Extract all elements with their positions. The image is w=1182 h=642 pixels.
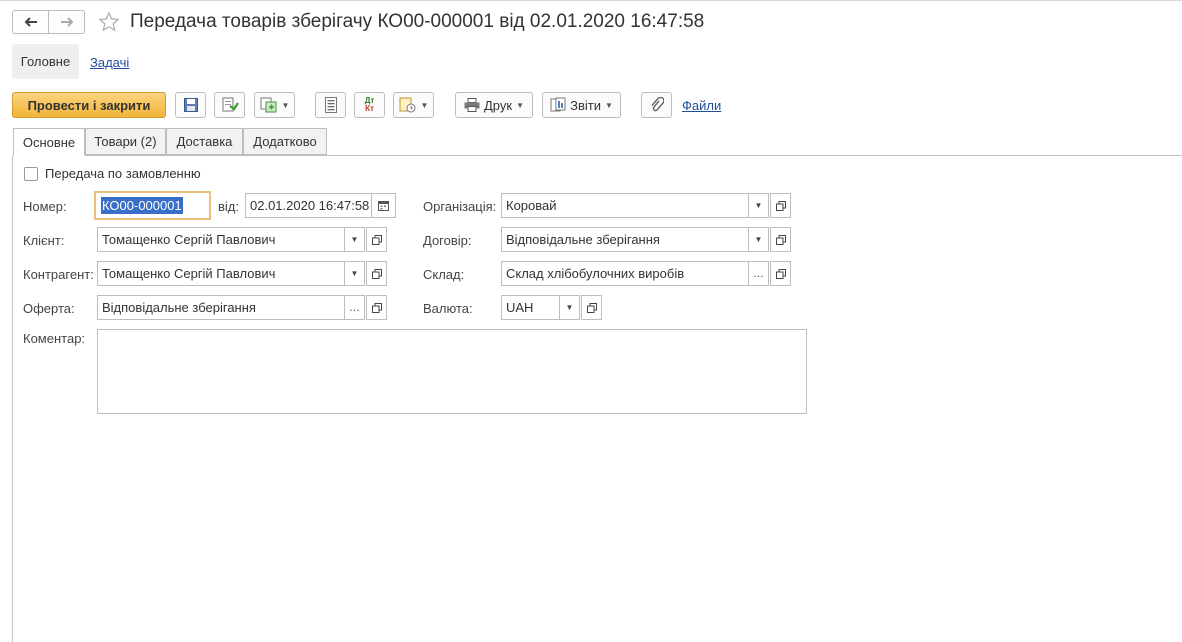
warehouse-open-button[interactable]: [770, 261, 791, 286]
comment-label: Коментар:: [23, 331, 86, 346]
floppy-disk-icon: [183, 98, 198, 112]
document-title: Передача товарів зберігачу КО00-000001 в…: [130, 11, 705, 32]
tab-delivery[interactable]: Доставка: [166, 128, 243, 155]
organization-label: Організація:: [423, 199, 497, 214]
chevron-down-icon: ▼: [420, 100, 429, 110]
by-order-label: Передача по замовленню: [45, 166, 201, 181]
print-button[interactable]: Друк ▼: [455, 92, 533, 118]
calendar-icon: [378, 201, 389, 211]
top-divider: [0, 0, 1182, 1]
create-based-icon: [260, 97, 277, 113]
counterparty-dropdown-icon[interactable]: ▼: [344, 261, 365, 286]
tab-main[interactable]: Основне: [13, 128, 85, 156]
offer-select-button[interactable]: …: [344, 295, 365, 320]
counterparty-value: Томащенко Сергій Павлович: [102, 266, 276, 281]
currency-label: Валюта:: [423, 301, 473, 316]
date-value: 02.01.2020 16:47:58: [250, 198, 370, 213]
print-label: Друк: [484, 97, 513, 113]
chevron-down-icon: ▼: [604, 100, 613, 110]
client-open-button[interactable]: [366, 227, 387, 252]
warehouse-value: Склад хлібобулочних виробів: [506, 266, 685, 281]
star-icon: [98, 11, 120, 32]
comment-textarea[interactable]: [97, 329, 807, 414]
open-window-icon: [371, 268, 382, 279]
organization-dropdown-icon[interactable]: ▼: [748, 193, 769, 218]
dt-kt-postings-button[interactable]: Дт Кт: [354, 92, 385, 118]
client-value: Томащенко Сергій Павлович: [102, 232, 276, 247]
post-document-icon: [222, 97, 239, 112]
contract-value: Відповідальне зберігання: [506, 232, 660, 247]
attach-button[interactable]: [641, 92, 672, 118]
currency-open-button[interactable]: [581, 295, 602, 320]
client-dropdown-icon[interactable]: ▼: [344, 227, 365, 252]
counterparty-open-button[interactable]: [366, 261, 387, 286]
tabs-baseline: [12, 155, 1182, 156]
client-field[interactable]: Томащенко Сергій Павлович: [97, 227, 345, 252]
contract-label: Договір:: [423, 233, 472, 248]
back-button[interactable]: [12, 10, 49, 34]
counterparty-field[interactable]: Томащенко Сергій Павлович: [97, 261, 345, 286]
create-based-on-button[interactable]: ▼: [254, 92, 295, 118]
related-documents-button[interactable]: ▼: [393, 92, 434, 118]
forward-button[interactable]: [48, 10, 85, 34]
warehouse-label: Склад:: [423, 267, 465, 282]
offer-value: Відповідальне зберігання: [102, 300, 256, 315]
document-journal-button[interactable]: [315, 92, 346, 118]
counterparty-label: Контрагент:: [23, 267, 94, 282]
open-window-icon: [775, 268, 786, 279]
chevron-down-icon: ▼: [516, 100, 524, 110]
post-button[interactable]: [214, 92, 245, 118]
number-field[interactable]: КО00-000001: [94, 191, 211, 220]
open-window-icon: [775, 200, 786, 211]
contract-dropdown-icon[interactable]: ▼: [748, 227, 769, 252]
reports-button[interactable]: Звіти ▼: [542, 92, 621, 118]
save-button[interactable]: [175, 92, 206, 118]
back-arrow-icon: [24, 17, 37, 27]
paperclip-icon: [650, 97, 664, 112]
favorite-button[interactable]: [97, 8, 121, 36]
offer-field[interactable]: Відповідальне зберігання: [97, 295, 345, 320]
open-window-icon: [371, 302, 382, 313]
chevron-down-icon: ▼: [281, 100, 290, 110]
open-window-icon: [775, 234, 786, 245]
section-tasks-link[interactable]: Задачі: [90, 55, 129, 70]
organization-open-button[interactable]: [770, 193, 791, 218]
by-order-checkbox[interactable]: [24, 167, 38, 181]
reports-icon: [550, 97, 566, 112]
reports-label: Звіти: [570, 97, 601, 113]
printer-icon: [464, 98, 480, 112]
open-window-icon: [371, 234, 382, 245]
client-label: Клієнт:: [23, 233, 65, 248]
organization-value: Коровай: [506, 198, 557, 213]
contract-open-button[interactable]: [770, 227, 791, 252]
organization-field[interactable]: Коровай: [501, 193, 749, 218]
list-document-icon: [324, 97, 337, 113]
files-link[interactable]: Файли: [682, 98, 721, 113]
date-field[interactable]: 02.01.2020 16:47:58: [245, 193, 372, 218]
calendar-button[interactable]: [371, 193, 396, 218]
date-label: від:: [218, 199, 239, 214]
offer-label: Оферта:: [23, 301, 75, 316]
tab-goods[interactable]: Товари (2): [85, 128, 166, 155]
offer-open-button[interactable]: [366, 295, 387, 320]
section-main[interactable]: Головне: [12, 44, 79, 79]
forward-arrow-icon: [60, 17, 73, 27]
kt-label: Кт: [365, 104, 374, 113]
open-window-icon: [586, 302, 597, 313]
number-label: Номер:: [23, 199, 67, 214]
currency-value: UAH: [506, 300, 534, 315]
tab-additional[interactable]: Додатково: [243, 128, 327, 155]
currency-field[interactable]: UAH: [501, 295, 560, 320]
warehouse-select-button[interactable]: …: [748, 261, 769, 286]
dt-kt-icon: Дт Кт: [365, 97, 375, 113]
warehouse-field[interactable]: Склад хлібобулочних виробів: [501, 261, 749, 286]
post-and-close-button[interactable]: Провести і закрити: [12, 92, 166, 118]
currency-dropdown-icon[interactable]: ▼: [559, 295, 580, 320]
content-left-border: [12, 155, 13, 642]
related-docs-icon: [399, 97, 416, 113]
number-value: КО00-000001: [101, 197, 183, 214]
contract-field[interactable]: Відповідальне зберігання: [501, 227, 749, 252]
